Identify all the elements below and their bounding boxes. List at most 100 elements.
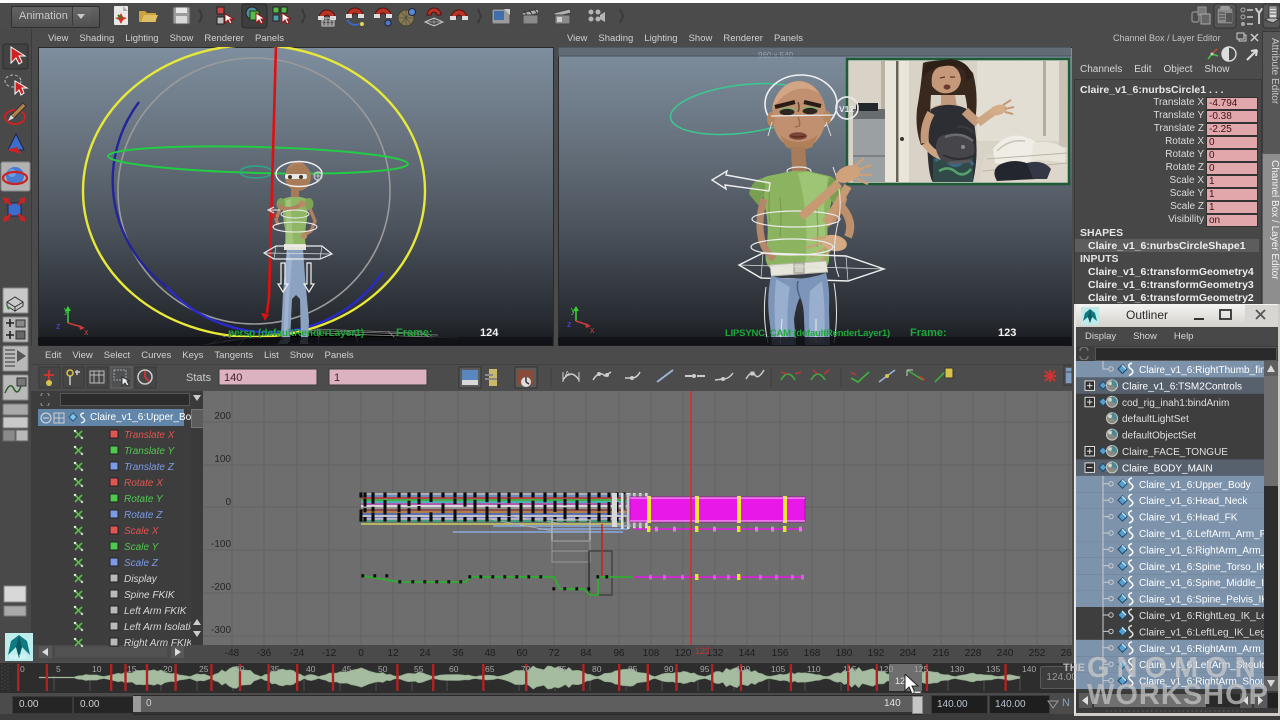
svg-text:40: 40 bbox=[306, 664, 316, 674]
svg-text:135: 135 bbox=[986, 664, 1000, 674]
svg-text:120: 120 bbox=[879, 664, 893, 674]
svg-text:x: x bbox=[84, 327, 89, 337]
svg-text:50: 50 bbox=[378, 664, 388, 674]
svg-text:y: y bbox=[571, 305, 576, 315]
svg-text:96: 96 bbox=[613, 648, 625, 659]
svg-text:10: 10 bbox=[92, 664, 102, 674]
svg-text:0: 0 bbox=[358, 648, 364, 659]
svg-text:65: 65 bbox=[485, 664, 495, 674]
svg-text:55: 55 bbox=[414, 664, 424, 674]
svg-text:y: y bbox=[64, 305, 69, 315]
svg-text:defaultObjectSet: defaultObjectSet bbox=[1122, 431, 1196, 442]
svg-text:Claire_v1_6:Spine_Pelvis_IK: Claire_v1_6:Spine_Pelvis_IK bbox=[1139, 595, 1264, 606]
svg-text:V12: V12 bbox=[839, 104, 854, 114]
svg-text:Claire_v1_6:RightArm_Arm_Po: Claire_v1_6:RightArm_Arm_Po bbox=[1139, 545, 1264, 556]
svg-text:80: 80 bbox=[592, 664, 602, 674]
svg-text:200: 200 bbox=[214, 411, 231, 422]
svg-text:Translate X: Translate X bbox=[124, 430, 175, 441]
svg-text:Translate Z: Translate Z bbox=[124, 462, 175, 473]
svg-text:264: 264 bbox=[1061, 648, 1072, 659]
svg-text:25: 25 bbox=[199, 664, 209, 674]
svg-text:Frame:: Frame: bbox=[396, 327, 433, 339]
svg-text:-12: -12 bbox=[322, 648, 337, 659]
svg-text:90: 90 bbox=[664, 664, 674, 674]
svg-text:Claire_v1_6:TSM2Controls: Claire_v1_6:TSM2Controls bbox=[1122, 381, 1242, 392]
svg-text:110: 110 bbox=[807, 664, 821, 674]
svg-text:24: 24 bbox=[419, 648, 431, 659]
svg-text:z: z bbox=[56, 321, 61, 331]
svg-text:60: 60 bbox=[516, 648, 528, 659]
svg-text:35: 35 bbox=[270, 664, 280, 674]
svg-text:Scale Z: Scale Z bbox=[124, 558, 159, 569]
svg-text:0: 0 bbox=[225, 497, 231, 508]
svg-text:60: 60 bbox=[449, 664, 459, 674]
svg-text:Scale Y: Scale Y bbox=[124, 542, 160, 553]
svg-text:5: 5 bbox=[56, 664, 61, 674]
svg-text:Claire_v1_6:Upper_Body: Claire_v1_6:Upper_Body bbox=[1139, 480, 1251, 491]
svg-text:144: 144 bbox=[739, 648, 756, 659]
svg-text:z: z bbox=[567, 319, 572, 329]
svg-text:140: 140 bbox=[224, 372, 242, 384]
svg-text:72: 72 bbox=[548, 648, 560, 659]
svg-text:75: 75 bbox=[557, 664, 567, 674]
svg-text:1: 1 bbox=[334, 372, 340, 384]
svg-text:Claire_v1_6:RightLeg_IK_Leg: Claire_v1_6:RightLeg_IK_Leg bbox=[1139, 611, 1264, 622]
svg-text:Rotate X: Rotate X bbox=[124, 478, 163, 489]
svg-text:192: 192 bbox=[868, 648, 885, 659]
svg-text:252: 252 bbox=[1029, 648, 1046, 659]
svg-text:Claire_v1_6:Spine_Torso_IK: Claire_v1_6:Spine_Torso_IK bbox=[1139, 562, 1264, 573]
svg-text:Claire_v1_6:Head_FK: Claire_v1_6:Head_FK bbox=[1139, 513, 1238, 524]
svg-text:180: 180 bbox=[836, 648, 853, 659]
svg-text:persp (defaultRenderLayer1): persp (defaultRenderLayer1) bbox=[228, 328, 364, 339]
svg-text:140: 140 bbox=[1022, 664, 1036, 674]
svg-text:20: 20 bbox=[163, 664, 173, 674]
svg-text:LIPSYNC_CAM (defaultRenderLaye: LIPSYNC_CAM (defaultRenderLayer1) bbox=[725, 328, 890, 339]
svg-text:A: A bbox=[565, 371, 570, 378]
svg-text:-36: -36 bbox=[257, 648, 272, 659]
svg-text:125: 125 bbox=[914, 664, 928, 674]
svg-text:100: 100 bbox=[214, 454, 231, 465]
svg-text:12: 12 bbox=[387, 648, 399, 659]
svg-text:Claire_v1_6:LeftArm_Arm_Pol: Claire_v1_6:LeftArm_Arm_Pol bbox=[1139, 529, 1264, 540]
svg-text:MAYA: MAYA bbox=[10, 655, 26, 661]
svg-text:123: 123 bbox=[998, 327, 1016, 339]
svg-text:115: 115 bbox=[843, 664, 857, 674]
svg-text:228: 228 bbox=[965, 648, 982, 659]
svg-text:84: 84 bbox=[580, 648, 592, 659]
svg-text:120: 120 bbox=[675, 648, 692, 659]
svg-text:Scale X: Scale X bbox=[124, 526, 159, 537]
svg-text:36: 36 bbox=[452, 648, 464, 659]
svg-text:Translate Y: Translate Y bbox=[124, 446, 176, 457]
svg-text:156: 156 bbox=[772, 648, 789, 659]
svg-text:168: 168 bbox=[804, 648, 821, 659]
svg-text:48: 48 bbox=[484, 648, 496, 659]
svg-text:204: 204 bbox=[900, 648, 917, 659]
svg-text:Spine FKIK: Spine FKIK bbox=[124, 590, 176, 601]
svg-text:85: 85 bbox=[628, 664, 638, 674]
svg-text:Claire_v1_6:LeftLeg_IK_Leg: Claire_v1_6:LeftLeg_IK_Leg bbox=[1139, 627, 1264, 638]
svg-text:105: 105 bbox=[771, 664, 785, 674]
svg-text:100: 100 bbox=[736, 664, 750, 674]
svg-text:108: 108 bbox=[643, 648, 660, 659]
svg-text:15: 15 bbox=[127, 664, 137, 674]
svg-text:0: 0 bbox=[20, 664, 25, 674]
svg-text:cod_rig_inah1:bindAnim: cod_rig_inah1:bindAnim bbox=[1122, 398, 1229, 409]
svg-text:-300: -300 bbox=[211, 625, 231, 636]
svg-text:216: 216 bbox=[933, 648, 950, 659]
svg-text:240: 240 bbox=[997, 648, 1014, 659]
svg-text:124: 124 bbox=[480, 327, 499, 339]
svg-text:Left Arm FKIK: Left Arm FKIK bbox=[124, 606, 188, 617]
svg-text:123: 123 bbox=[695, 646, 710, 656]
svg-text:Claire_v1_6:Head_Neck: Claire_v1_6:Head_Neck bbox=[1139, 496, 1248, 507]
svg-text:30: 30 bbox=[235, 664, 245, 674]
svg-text:130: 130 bbox=[950, 664, 964, 674]
svg-text:70: 70 bbox=[521, 664, 531, 674]
svg-text:Right Arm FKIK: Right Arm FKIK bbox=[124, 638, 191, 648]
svg-text:Rotate Z: Rotate Z bbox=[124, 510, 163, 521]
svg-text:Claire_BODY_MAIN: Claire_BODY_MAIN bbox=[1122, 463, 1213, 474]
svg-text:Claire_v1_6:RightThumb_finge: Claire_v1_6:RightThumb_finge bbox=[1139, 365, 1264, 376]
svg-text:45: 45 bbox=[342, 664, 352, 674]
svg-text:-48: -48 bbox=[225, 648, 240, 659]
svg-text:-100: -100 bbox=[211, 539, 231, 550]
svg-text:x: x bbox=[590, 325, 595, 335]
